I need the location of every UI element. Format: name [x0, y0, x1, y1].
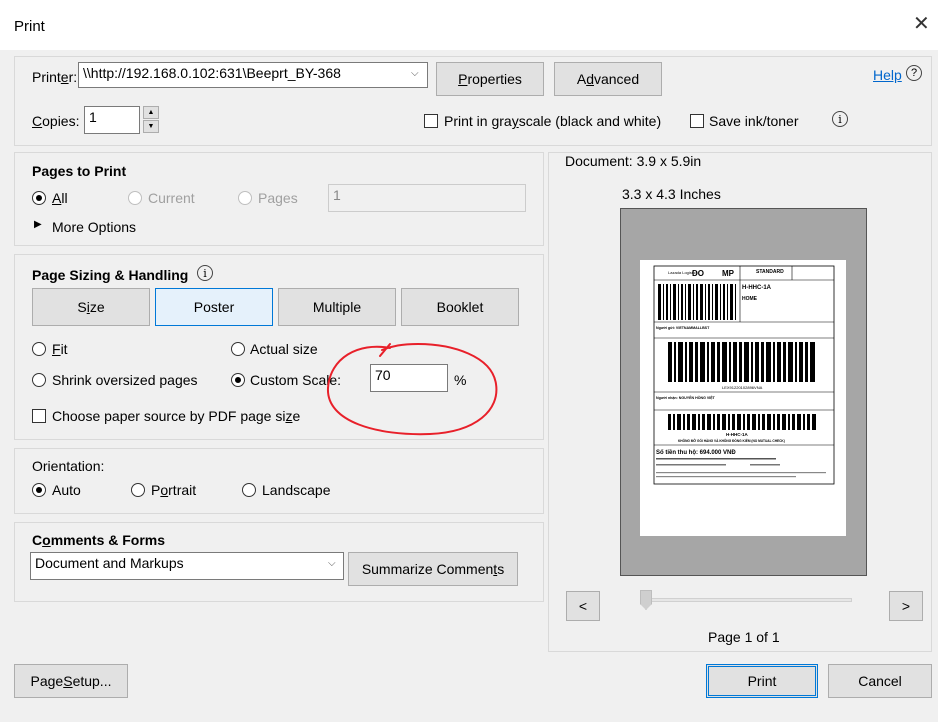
tab-multiple[interactable]: Multiple [278, 288, 396, 326]
portrait-radio[interactable] [131, 483, 145, 497]
fit-label: Fit [52, 341, 68, 357]
properties-button[interactable]: Properties [436, 62, 544, 96]
close-icon[interactable]: ✕ [913, 14, 930, 34]
more-options-toggle[interactable]: More Options [52, 219, 136, 235]
label-code-mp: MP [722, 269, 735, 278]
all-pages-label: All [52, 190, 68, 206]
grayscale-checkbox[interactable] [424, 114, 438, 128]
print-button[interactable]: Print [706, 664, 818, 698]
label-hub-bottom: H-HHC-1A [726, 432, 748, 437]
annotation-circle [326, 342, 498, 436]
cancel-button[interactable]: Cancel [828, 664, 932, 698]
paper-source-label: Choose paper source by PDF page size [52, 408, 301, 424]
tab-size[interactable]: Si ze [32, 288, 150, 326]
current-page-radio[interactable] [128, 191, 142, 205]
orientation-heading: Orientation: [32, 458, 105, 474]
comments-select[interactable]: Document and Markups [30, 552, 344, 580]
expand-arrow-icon[interactable]: ▶ [34, 219, 42, 230]
label-standard: STANDARD [756, 269, 784, 275]
copies-down-icon[interactable]: ▼ [143, 120, 159, 133]
label-tracking: LEX91220102896VNA [722, 385, 763, 390]
page-setup-button[interactable]: Page Setup... [14, 664, 128, 698]
landscape-label: Landscape [262, 482, 331, 498]
actual-size-label: Actual size [250, 341, 318, 357]
landscape-radio[interactable] [242, 483, 256, 497]
copies-up-icon[interactable]: ▲ [143, 106, 159, 119]
sizing-info-icon[interactable]: i [197, 265, 213, 281]
tab-poster[interactable]: Poster [155, 288, 273, 326]
paper-source-checkbox[interactable] [32, 409, 46, 423]
portrait-label: Portrait [151, 482, 197, 498]
comments-value: Document and Markups [35, 555, 184, 571]
pages-to-print-heading: Pages to Print [32, 163, 127, 179]
comments-heading: Comments & Forms [32, 532, 166, 548]
label-code-do: DO [692, 269, 704, 278]
label-home: HOME [742, 296, 758, 302]
prev-page-button[interactable]: < [566, 591, 600, 621]
copies-input[interactable]: 1 [84, 106, 140, 134]
title-bar [0, 0, 938, 50]
comments-chevron-down-icon[interactable]: ⌵ [328, 558, 336, 569]
printer-select[interactable]: \\http://192.168.0.102:631\Beeprt_BY-368 [78, 62, 428, 88]
page-sizing-heading: Page Sizing & Handling [32, 267, 189, 283]
help-link[interactable]: Help [873, 67, 902, 83]
printer-value: \\http://192.168.0.102:631\Beeprt_BY-368 [83, 65, 341, 81]
pages-range-input[interactable]: 1 [328, 184, 526, 212]
auto-orientation-label: Auto [52, 482, 81, 498]
window-title: Print [14, 18, 45, 35]
chevron-down-icon[interactable]: ⌵ [411, 68, 419, 79]
page-slider-track[interactable] [640, 598, 852, 602]
save-ink-label: Save ink/toner [709, 113, 799, 129]
preview-page: Lazada Logistics DO MP STANDARD H-HHC-1A… [640, 260, 846, 536]
pages-range-value: 1 [333, 187, 341, 203]
page-size: 3.3 x 4.3 Inches [622, 186, 721, 202]
document-size: Document: 3.9 x 5.9in [565, 153, 702, 169]
barcode-main [668, 342, 815, 382]
label-hub: H-HHC-1A [742, 285, 772, 291]
tab-booklet[interactable]: Booklet [401, 288, 519, 326]
fit-radio[interactable] [32, 342, 46, 356]
label-cod: Số tiền thu hộ: 694.000 VNĐ [656, 449, 736, 456]
label-sender: Người gửi: VIETNAMMALLBST [656, 326, 710, 330]
summarize-comments-button[interactable]: Summarize Commen t s [348, 552, 518, 586]
printer-label: Printer: [32, 69, 78, 85]
shrink-label: Shrink oversized pages [52, 372, 198, 388]
save-ink-checkbox[interactable] [690, 114, 704, 128]
page-indicator: Page 1 of 1 [708, 629, 780, 645]
current-page-label: Current [148, 190, 195, 206]
custom-scale-radio[interactable] [231, 373, 245, 387]
auto-orientation-radio[interactable] [32, 483, 46, 497]
help-icon[interactable]: ? [906, 65, 922, 81]
all-pages-radio[interactable] [32, 191, 46, 205]
shipping-label-preview: Lazada Logistics DO MP STANDARD H-HHC-1A… [653, 265, 835, 485]
pages-range-label: Pages [258, 190, 298, 206]
next-page-button[interactable]: > [889, 591, 923, 621]
shrink-radio[interactable] [32, 373, 46, 387]
label-warning: KHÔNG MỞ GÓI HÀNG VÀ KHÔNG ĐỒNG KIỂM (NO… [678, 438, 785, 443]
pages-range-radio[interactable] [238, 191, 252, 205]
copies-label: Copies: [32, 113, 80, 129]
advanced-button[interactable]: Ad vanced [554, 62, 662, 96]
copies-value: 1 [89, 109, 97, 125]
label-receiver: Người nhận: NGUYỄN HỒNG VIỆT [656, 395, 716, 400]
actual-size-radio[interactable] [231, 342, 245, 356]
grayscale-label: Print in grayscale (black and white) [444, 113, 662, 129]
info-icon[interactable]: i [832, 111, 848, 127]
